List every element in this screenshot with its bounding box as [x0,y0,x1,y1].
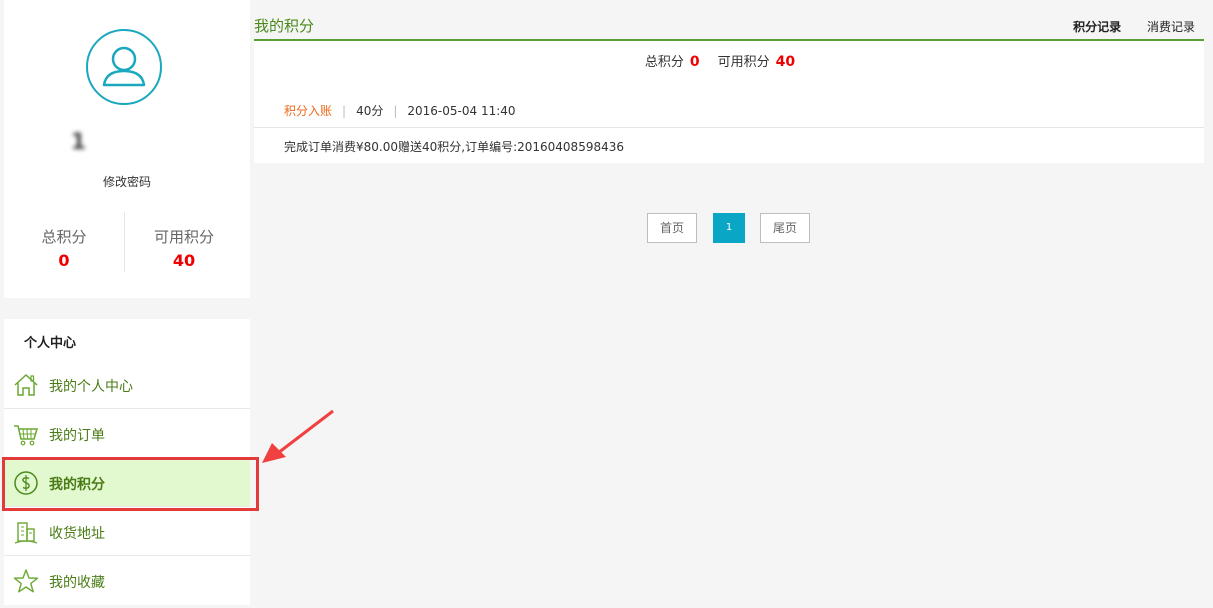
separator: | [393,104,398,118]
profile-card: 1 修改密码 总积分 0 可用积分 40 [4,0,250,298]
total-points-stat: 总积分 0 [4,212,124,270]
building-icon [14,522,38,544]
menu-title: 个人中心 [24,336,77,351]
record-divider [254,127,1204,128]
sidebar-item-label: 我的积分 [49,477,105,493]
total-points-label: 总积分 [644,55,684,70]
sidebar-item-label: 我的订单 [49,428,105,444]
total-points-value: 0 [58,251,70,270]
sidebar-item-points[interactable]: 我的积分 [4,459,250,507]
last-page-button[interactable]: 尾页 [760,213,810,243]
tab-points-record[interactable]: 积分记录 [1073,18,1121,35]
profile-stats: 总积分 0 可用积分 40 [4,212,250,272]
available-points-label: 可用积分 [717,55,770,70]
record-description: 完成订单消费¥80.00赠送40积分,订单编号:20160408598436 [284,140,625,154]
points-panel: 总积分 0 可用积分 40 积分入账 | 40分 | 2016-05-04 11:40 完成订… [254,41,1204,163]
record-type: 积分入账 [284,104,333,118]
annotation-arrow-icon [262,409,334,463]
total-points-value: 0 [689,54,700,70]
points-totals: 总积分 0 可用积分 40 [254,51,1204,70]
record-datetime: 2016-05-04 11:40 [407,104,516,118]
sidebar-menu: 个人中心 我的个人中心 我的订单 我的积分 收货地址 我的收藏 [4,319,250,605]
available-points-value: 40 [775,54,796,70]
dollar-icon [14,471,38,495]
page-title: 我的积分 [254,17,315,35]
current-page-button[interactable]: 1 [713,213,745,243]
first-page-button[interactable]: 首页 [647,213,697,243]
user-icon [102,46,146,87]
record-tabs: 积分记录 消费记录 [1051,18,1195,35]
sidebar-item-address[interactable]: 收货地址 [4,508,250,556]
separator: | [342,104,347,118]
record-points: 40分 [356,104,384,118]
username: 1 [70,130,184,155]
sidebar-item-favorites[interactable]: 我的收藏 [4,557,250,605]
sidebar-item-personal-center[interactable]: 我的个人中心 [4,361,250,409]
sidebar-item-label: 我的个人中心 [49,379,133,395]
total-points-label: 总积分 [41,228,87,246]
available-points-stat: 可用积分 40 [124,212,244,270]
change-password-link[interactable]: 修改密码 [4,173,250,190]
available-points-label: 可用积分 [153,228,214,246]
sidebar-item-orders[interactable]: 我的订单 [4,410,250,458]
sidebar-item-label: 收货地址 [49,526,105,542]
sidebar-item-label: 我的收藏 [49,575,105,591]
tab-consumption-record[interactable]: 消费记录 [1147,18,1195,35]
record-header: 积分入账 | 40分 | 2016-05-04 11:40 [284,102,516,119]
available-points-value: 40 [172,251,196,270]
star-icon [13,569,39,593]
avatar[interactable] [86,29,162,105]
home-icon [14,373,38,396]
cart-icon [14,425,39,446]
